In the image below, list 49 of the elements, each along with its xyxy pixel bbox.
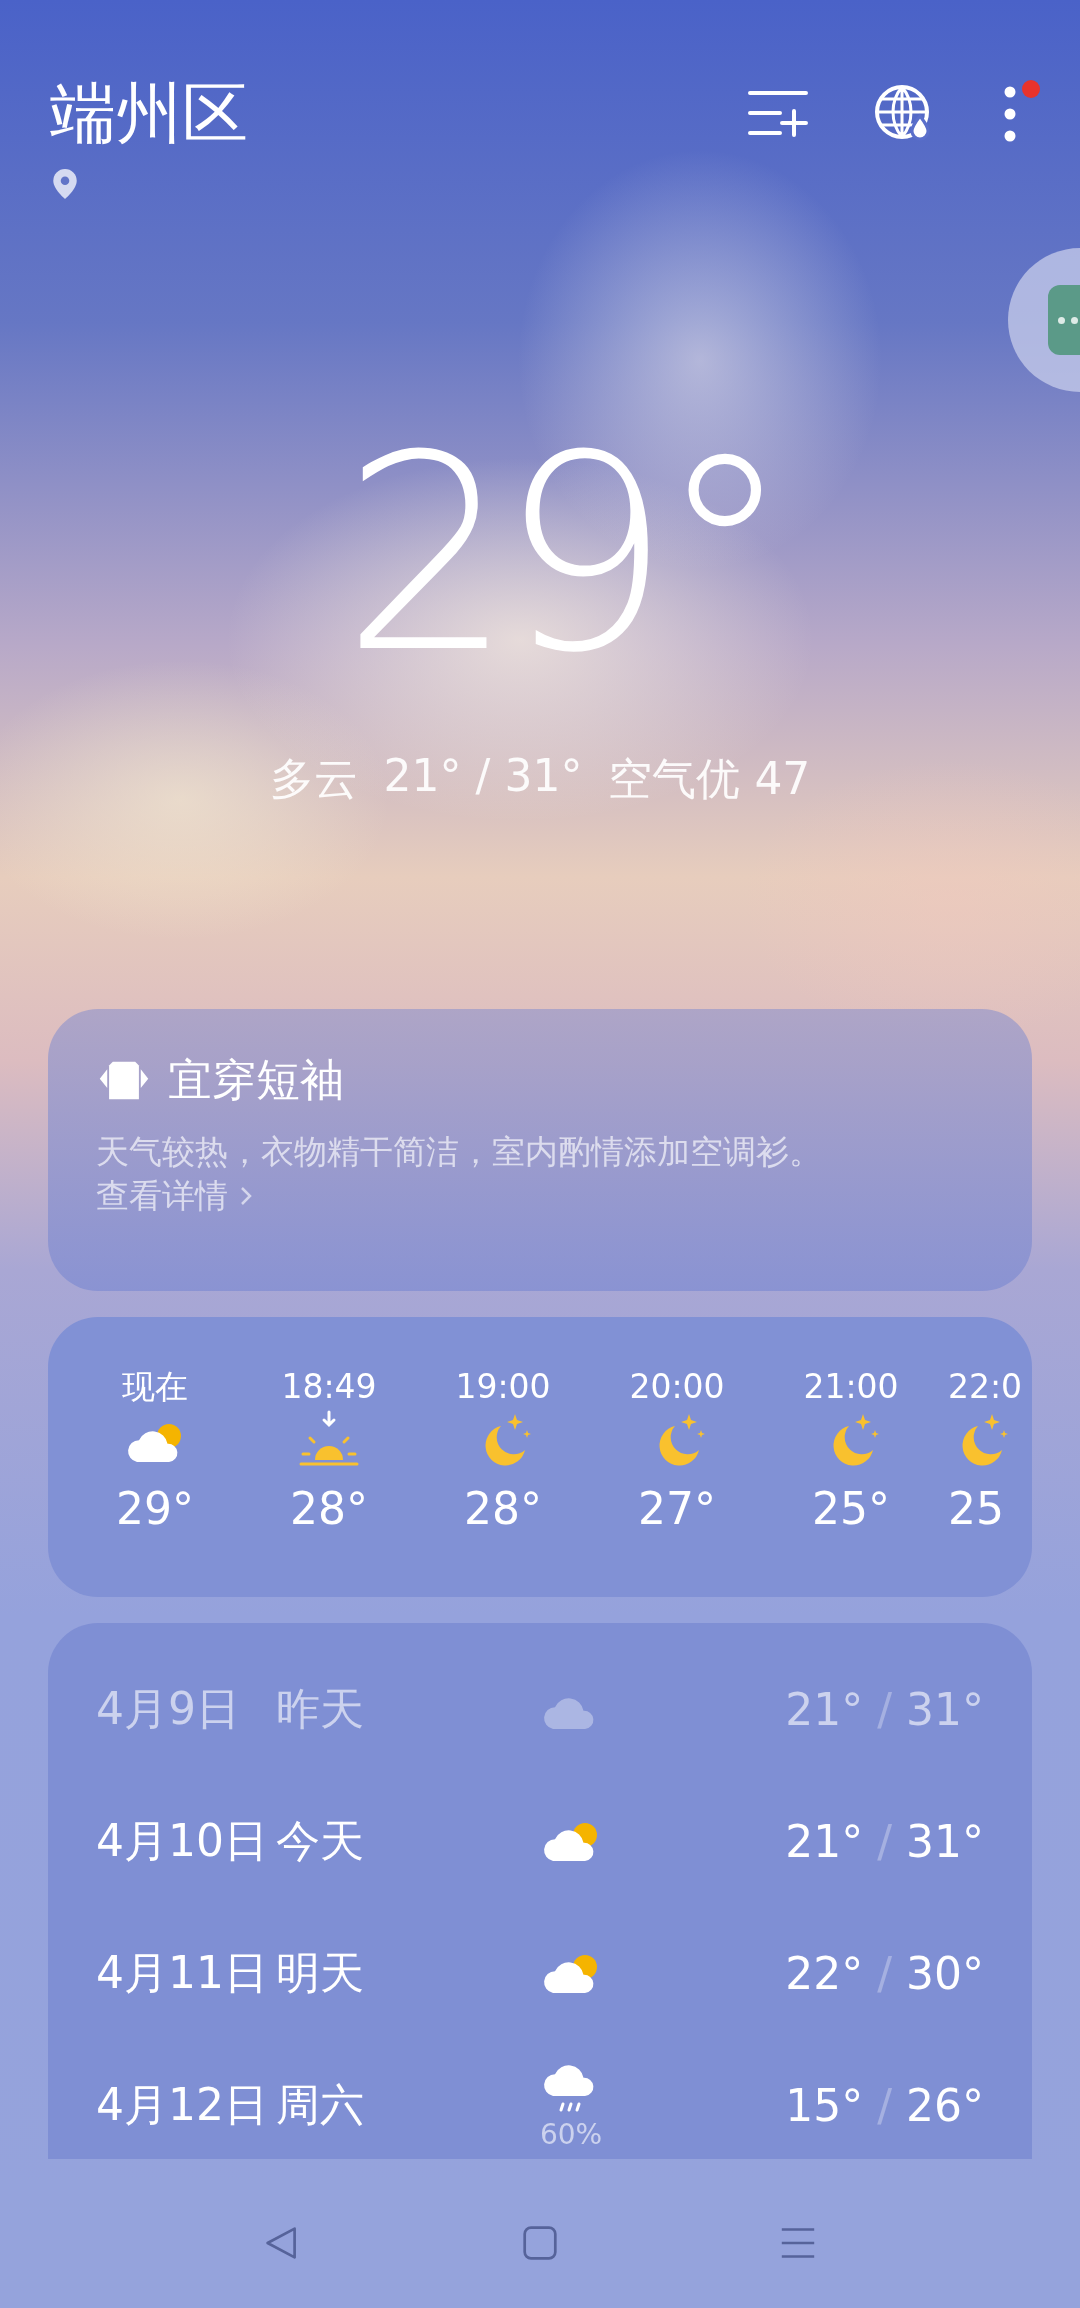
low-temperature: 22°: [785, 1947, 864, 1999]
hour-label: 18:49: [281, 1367, 377, 1407]
hour-temperature: 28°: [290, 1482, 368, 1536]
day-date: 4月12日: [96, 2077, 269, 2132]
hour-label: 19:00: [455, 1367, 551, 1407]
high-temperature: 26°: [906, 2079, 984, 2131]
day-name: 周六: [276, 2077, 365, 2132]
high-temperature: 30°: [906, 1947, 984, 1999]
day-row[interactable]: 4月10日 今天 21° / 31°: [96, 1775, 984, 1907]
precipitation-chance: 60%: [539, 2120, 603, 2150]
recent-apps-icon[interactable]: [780, 2225, 816, 2261]
high-temperature: 31°: [906, 1815, 984, 1867]
home-icon[interactable]: [522, 2225, 558, 2261]
day-date: 4月9日: [96, 1681, 241, 1736]
hour-temperature: 25°: [812, 1482, 890, 1536]
hour-label: 21:00: [803, 1367, 899, 1407]
advice-title: 宜穿短袖: [168, 1053, 344, 1107]
add-city-icon[interactable]: [748, 89, 808, 139]
air-quality: 空气优 47: [608, 752, 811, 806]
chevron-right-icon: [240, 1186, 252, 1206]
city-name: 端州区: [50, 74, 248, 154]
hour-temperature: 29°: [116, 1482, 194, 1536]
day-date: 4月10日: [96, 1813, 269, 1868]
more-icon: [1004, 86, 1016, 142]
hour-temperature: 27°: [638, 1482, 716, 1536]
day-date: 4月11日: [96, 1945, 269, 2000]
chat-dots-icon: [1048, 285, 1080, 355]
current-temperature: 29°: [340, 400, 779, 710]
hour-label: 现在: [122, 1367, 188, 1407]
day-row[interactable]: 4月9日 昨天 21° / 31°: [96, 1643, 984, 1775]
hour-label: 20:00: [629, 1367, 725, 1407]
advice-text: 天气较热，衣物精干简洁，室内酌情添加空调衫。: [96, 1131, 823, 1173]
day-row[interactable]: 4月12日 周六 60% 15° / 26°: [96, 2039, 984, 2171]
day-name: 明天: [276, 1945, 365, 2000]
range-separator: /: [877, 1815, 892, 1867]
hour-temperature: 28°: [464, 1482, 542, 1536]
hour-temperature: 25: [948, 1482, 1004, 1536]
day-name: 昨天: [276, 1681, 365, 1736]
high-temperature: 31°: [906, 1683, 984, 1735]
hour-label: 22:0: [948, 1367, 1023, 1407]
day-row[interactable]: 4月11日 明天 22° / 30°: [96, 1907, 984, 2039]
range-separator: /: [877, 1683, 892, 1735]
low-temperature: 21°: [785, 1683, 864, 1735]
low-temperature: 15°: [785, 2079, 864, 2131]
range-separator: /: [877, 1947, 892, 1999]
view-details-link[interactable]: 查看详情: [96, 1174, 252, 1218]
day-name: 今天: [276, 1813, 365, 1868]
low-temperature: 21°: [785, 1815, 864, 1867]
range-separator: /: [877, 2079, 892, 2131]
